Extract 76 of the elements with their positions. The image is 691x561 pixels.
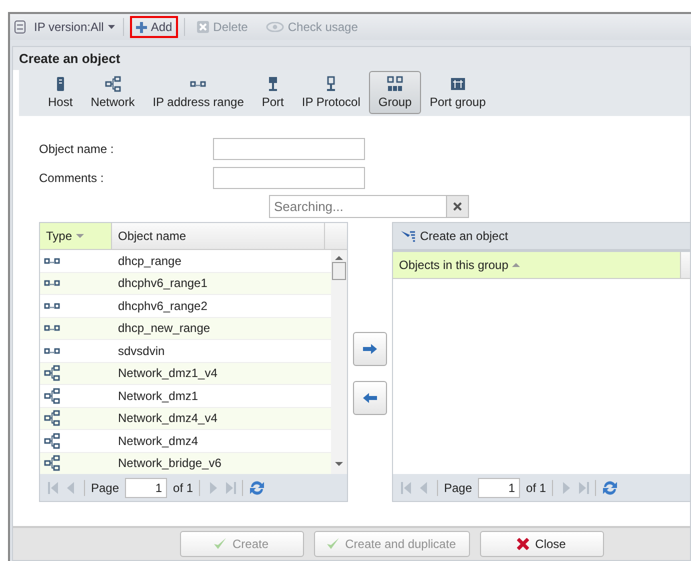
table-cell-text: sdvsdvin	[117, 344, 165, 358]
toolbar-button[interactable]: Add	[130, 16, 178, 38]
table-row[interactable]: Network_dmz1_v4	[40, 362, 331, 385]
network-icon	[44, 432, 60, 449]
caret-icon	[108, 25, 115, 29]
checkmark-icon	[214, 538, 226, 550]
input-field[interactable]	[213, 167, 365, 189]
left-arrow-icon	[363, 393, 377, 403]
object-type-button[interactable]: IP address range	[144, 71, 253, 114]
right-arrow-icon	[363, 344, 377, 354]
squares-icon	[387, 76, 404, 92]
field-label: Comments :	[39, 171, 105, 185]
table-row[interactable]: dhcphv6_range1	[40, 272, 331, 295]
refresh-icon[interactable]	[249, 480, 266, 496]
object-type-button[interactable]: Host	[39, 71, 82, 114]
plus-icon	[136, 22, 147, 32]
close-icon	[453, 202, 462, 211]
sort-arrow-icon	[512, 263, 520, 267]
network-icon	[44, 410, 60, 426]
scrollbar-thumb[interactable]	[332, 262, 346, 280]
object-type-button[interactable]: IP Protocol	[292, 71, 370, 114]
network-icon	[104, 76, 121, 92]
wand-icon	[401, 230, 415, 242]
column-header[interactable]: Object name	[112, 223, 325, 249]
plugs-icon	[450, 76, 466, 92]
create-object-link[interactable]: Create an object	[420, 229, 508, 243]
table-cell-text: Network_dmz4	[117, 434, 198, 448]
sort-arrow-icon	[76, 234, 84, 238]
table-cell-text: Network_bridge_v6	[117, 456, 222, 470]
last-page-icon[interactable]	[579, 482, 590, 494]
table-cell-text: Network_dmz1_v4	[117, 366, 218, 380]
input-field[interactable]	[213, 138, 365, 160]
checkmark-icon	[327, 538, 340, 550]
close-icon	[517, 538, 530, 550]
table-cell-text: Network_dmz4_v4	[117, 411, 218, 426]
column-header[interactable]: Objects in this group	[393, 252, 681, 278]
table-row[interactable]: Network_bridge_v6	[40, 452, 331, 474]
field-label: Object name :	[39, 142, 115, 156]
first-page-icon[interactable]	[401, 482, 411, 494]
close-icon	[197, 21, 210, 33]
table-row[interactable]: Network_dmz4_v4	[40, 408, 331, 430]
table-cell-text: dhcp_range	[117, 254, 182, 268]
table-cell-text: Network_dmz1	[117, 388, 198, 403]
ip-version-dropdown[interactable]: IP version:All	[32, 18, 117, 36]
page-label: Page	[444, 480, 472, 494]
table-cell-text: dhcphv6_range2	[117, 298, 208, 313]
clear-search-button[interactable]	[447, 195, 469, 218]
object-type-button[interactable]: Group	[369, 71, 421, 114]
dialog-title: Create an object	[13, 47, 690, 70]
database-icon	[14, 20, 26, 34]
scrollbar[interactable]	[331, 250, 347, 474]
table-cell-text: dhcp_new_range	[117, 321, 210, 336]
page-total: of 1	[173, 480, 194, 494]
network-icon	[44, 365, 60, 382]
refresh-icon[interactable]	[602, 480, 618, 496]
object-type-button[interactable]: Port	[252, 71, 293, 114]
table-cell-text: dhcphv6_range1	[117, 276, 208, 290]
network-icon	[44, 455, 60, 472]
scroll-up-icon	[335, 256, 343, 260]
object-type-button[interactable]: Port group	[420, 71, 495, 114]
eye-icon	[266, 22, 284, 32]
first-page-icon[interactable]	[48, 482, 58, 494]
object-type-button[interactable]: Network	[82, 71, 144, 114]
network-icon	[44, 388, 60, 404]
page-number-field[interactable]: 1	[478, 478, 520, 498]
page-number-field[interactable]: 1	[125, 478, 168, 498]
search-field[interactable]: Searching...	[269, 195, 447, 218]
add-to-group-button[interactable]	[353, 332, 387, 366]
column-header[interactable]: Type	[40, 223, 112, 249]
last-page-icon[interactable]	[226, 482, 236, 494]
page-total: of 1	[526, 480, 546, 494]
table-row[interactable]: dhcp_new_range	[40, 318, 331, 340]
scroll-down-icon	[335, 462, 343, 466]
page-label: Page	[91, 480, 120, 494]
remove-from-group-button[interactable]	[353, 381, 387, 415]
dialog-button[interactable]: Close	[480, 531, 604, 557]
